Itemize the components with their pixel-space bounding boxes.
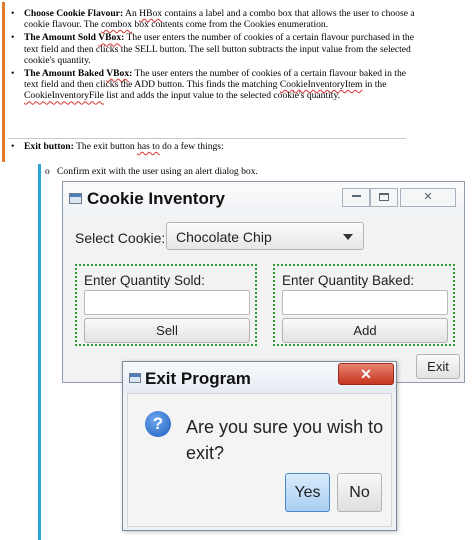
minimize-button[interactable] xyxy=(342,188,370,207)
dialog-message: Are you sure you wish to exit? xyxy=(186,417,384,463)
document-left-rule-blue xyxy=(38,164,41,540)
list-item-exit-button: • Exit button: The exit button has to do… xyxy=(10,141,430,152)
question-icon: ? xyxy=(145,411,171,437)
window-title: Cookie Inventory xyxy=(87,189,225,208)
no-button[interactable]: No xyxy=(337,473,382,512)
spelling-flag: CookieInventoryItem xyxy=(279,79,363,91)
yes-button[interactable]: Yes xyxy=(285,473,330,512)
quantity-sold-input[interactable] xyxy=(84,290,250,315)
item-title: The Amount Baked VBox: xyxy=(24,68,133,80)
dialog-body: ? Are you sure you wish to exit? Yes No xyxy=(127,393,392,527)
close-button[interactable]: ✕ xyxy=(400,188,456,207)
dialog-close-button[interactable]: ✕ xyxy=(338,363,394,385)
spelling-flag: combox xyxy=(101,19,133,31)
close-icon: ✕ xyxy=(360,366,372,382)
bullet: • xyxy=(11,68,15,80)
divider xyxy=(8,138,406,139)
bullet: • xyxy=(11,141,15,152)
list-item-amount-sold: • The Amount Sold VBox: The user enters … xyxy=(10,32,415,66)
title-bar[interactable]: Cookie Inventory ✕ xyxy=(63,182,464,216)
quantity-baked-input[interactable] xyxy=(282,290,448,315)
exit-program-dialog: Exit Program ✕ ? Are you sure you wish t… xyxy=(122,361,397,531)
dialog-title-bar[interactable]: Exit Program ✕ xyxy=(123,362,396,393)
minimize-icon xyxy=(351,194,361,197)
sell-button[interactable]: Sell xyxy=(84,318,250,343)
app-window-icon xyxy=(69,193,82,204)
maximize-icon xyxy=(379,193,389,201)
item-text: list and adds the input value to the sel… xyxy=(103,90,341,102)
cookie-inventory-window: Cookie Inventory ✕ Select Cookie: Chocol… xyxy=(62,181,465,383)
selected-cookie-value: Chocolate Chip xyxy=(176,229,272,245)
amount-baked-vbox: Enter Quantity Baked: Add xyxy=(273,264,455,346)
list-item-choose-flavour: • Choose Cookie Flavour: An HBox contain… xyxy=(10,8,415,30)
dialog-window-icon xyxy=(129,373,141,383)
item-text: in the xyxy=(362,79,387,91)
bullet: • xyxy=(11,8,15,19)
item-text: Confirm exit with the user using an aler… xyxy=(57,166,258,177)
bullet: • xyxy=(11,32,15,44)
dialog-title: Exit Program xyxy=(145,369,251,388)
item-text: box contents come from the Cookies enume… xyxy=(132,19,329,31)
close-icon: ✕ xyxy=(423,191,433,203)
amount-sold-vbox: Enter Quantity Sold: Sell xyxy=(75,264,257,346)
item-text: The exit button xyxy=(73,141,138,152)
item-text: do a few things: xyxy=(159,141,224,152)
quantity-baked-label: Enter Quantity Baked: xyxy=(282,273,415,288)
list-item-amount-baked: • The Amount Baked VBox: The user enters… xyxy=(10,68,415,102)
spelling-flag: has to xyxy=(137,141,160,152)
sub-bullet: o xyxy=(45,166,50,177)
dropdown-arrow-icon[interactable] xyxy=(343,234,353,240)
add-button[interactable]: Add xyxy=(282,318,448,343)
spelling-flag: HBox xyxy=(139,8,163,19)
item-title: The Amount Sold VBox: xyxy=(24,32,125,44)
exit-button[interactable]: Exit xyxy=(416,354,460,379)
spelling-flag: CookieInventoryFile xyxy=(24,90,104,102)
sub-list-item-confirm-exit: o Confirm exit with the user using an al… xyxy=(45,166,258,177)
requirements-list: • Choose Cookie Flavour: An HBox contain… xyxy=(10,8,415,104)
item-title: Exit button: xyxy=(24,141,74,152)
select-cookie-label: Select Cookie: xyxy=(75,230,166,246)
item-text: An xyxy=(123,8,140,19)
cookie-flavour-combobox[interactable]: Chocolate Chip xyxy=(166,222,364,250)
item-title: Choose Cookie Flavour: xyxy=(24,8,124,19)
document-left-rule-orange xyxy=(2,2,5,162)
maximize-button[interactable] xyxy=(370,188,398,207)
quantity-sold-label: Enter Quantity Sold: xyxy=(84,273,205,288)
